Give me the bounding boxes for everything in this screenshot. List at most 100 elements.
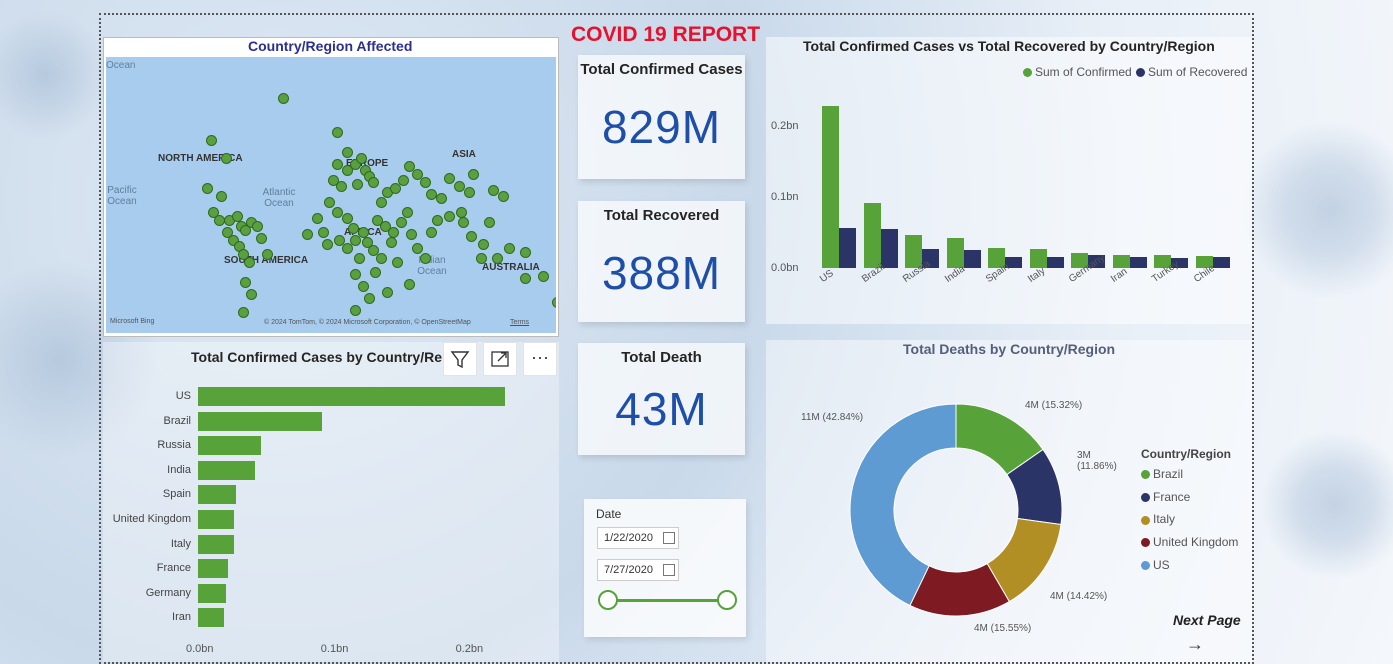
date-range-end-handle[interactable] xyxy=(717,590,737,610)
map-bubble[interactable] xyxy=(426,227,437,238)
map-bubble[interactable] xyxy=(436,193,447,204)
map-bubble[interactable] xyxy=(252,221,263,232)
map-bubble[interactable] xyxy=(328,175,339,186)
column-bar-recovered[interactable] xyxy=(1046,256,1064,268)
column-bar-confirmed[interactable] xyxy=(822,106,839,268)
legend-recovered[interactable]: Sum of Recovered xyxy=(1136,65,1247,79)
map-bubble[interactable] xyxy=(221,153,232,164)
hbar-bar[interactable] xyxy=(198,559,228,579)
next-page-label[interactable]: Next Page xyxy=(1173,612,1241,628)
calendar-icon[interactable] xyxy=(663,532,675,544)
column-bar-recovered[interactable] xyxy=(963,250,981,268)
map-bubble[interactable] xyxy=(356,153,367,164)
column-bar-confirmed[interactable] xyxy=(1029,248,1047,268)
map-bubble[interactable] xyxy=(492,253,503,264)
map-bubble[interactable] xyxy=(302,229,313,240)
donut-legend-item[interactable]: US xyxy=(1141,558,1170,572)
map-bubble[interactable] xyxy=(520,273,531,284)
filter-button[interactable] xyxy=(443,342,477,376)
map-bubble[interactable] xyxy=(244,257,255,268)
map-bubble[interactable] xyxy=(216,191,227,202)
map-bubble[interactable] xyxy=(412,243,423,254)
map-bubble[interactable] xyxy=(240,277,251,288)
focus-mode-button[interactable] xyxy=(483,342,517,376)
calendar-icon[interactable] xyxy=(663,564,675,576)
column-bar-recovered[interactable] xyxy=(839,227,856,268)
map-bubble[interactable] xyxy=(342,147,353,158)
donut-legend-item[interactable]: Italy xyxy=(1141,512,1175,526)
hbar-bar[interactable] xyxy=(198,608,224,628)
hbar-bar[interactable] xyxy=(198,387,506,406)
map-bubble[interactable] xyxy=(364,293,375,304)
map-bubble[interactable] xyxy=(454,181,465,192)
map-bubble[interactable] xyxy=(538,271,549,282)
hbar-bar[interactable] xyxy=(198,510,235,529)
map-bubble[interactable] xyxy=(246,289,257,300)
next-page-arrow-icon[interactable]: → xyxy=(1186,634,1204,655)
column-bar-recovered[interactable] xyxy=(880,228,898,268)
map-bubble[interactable] xyxy=(206,135,217,146)
world-map[interactable]: Ocean NORTH AMERICA SOUTH AMERICA EUROPE… xyxy=(106,57,556,333)
map-bubble[interactable] xyxy=(552,297,556,308)
map-bubble[interactable] xyxy=(484,217,495,228)
map-terms-link[interactable]: Terms xyxy=(510,319,529,326)
date-range-start-handle[interactable] xyxy=(598,590,618,610)
donut-legend-item[interactable]: France xyxy=(1141,490,1190,504)
map-bubble[interactable] xyxy=(392,257,403,268)
map-bubble[interactable] xyxy=(256,233,267,244)
column-bar-recovered[interactable] xyxy=(1129,257,1147,268)
map-bubble[interactable] xyxy=(464,187,475,198)
map-bubble[interactable] xyxy=(368,177,379,188)
map-bubble[interactable] xyxy=(404,279,415,290)
date-end-input[interactable]: 7/27/2020 xyxy=(597,559,679,581)
map-bubble[interactable] xyxy=(352,179,363,190)
map-bubble[interactable] xyxy=(396,217,407,228)
map-bubble[interactable] xyxy=(388,227,399,238)
card-total-recovered[interactable]: Total Recovered 388M xyxy=(578,201,745,322)
map-bubble[interactable] xyxy=(520,247,531,258)
map-bubble[interactable] xyxy=(324,197,335,208)
map-bubble[interactable] xyxy=(478,239,489,250)
map-bubble[interactable] xyxy=(202,183,213,194)
date-start-input[interactable]: 1/22/2020 xyxy=(597,527,679,549)
map-bubble[interactable] xyxy=(504,243,515,254)
map-bubble[interactable] xyxy=(458,217,469,228)
hbar-bar[interactable] xyxy=(198,583,227,603)
hbar-bar[interactable] xyxy=(198,534,235,554)
map-bubble[interactable] xyxy=(350,269,361,280)
map-bubble[interactable] xyxy=(332,127,343,138)
column-bar-recovered[interactable] xyxy=(1212,257,1230,268)
card-total-confirmed[interactable]: Total Confirmed Cases 829M xyxy=(578,55,745,179)
column-bar-confirmed[interactable] xyxy=(863,202,881,268)
more-options-button[interactable]: ··· xyxy=(523,342,557,376)
legend-confirmed[interactable]: Sum of Confirmed xyxy=(1023,65,1132,79)
map-bubble[interactable] xyxy=(376,197,387,208)
map-bubble[interactable] xyxy=(358,281,369,292)
map-bubble[interactable] xyxy=(420,177,431,188)
map-bubble[interactable] xyxy=(476,253,487,264)
map-bubble[interactable] xyxy=(406,229,417,240)
hbar-bar[interactable] xyxy=(198,436,262,456)
map-bubble[interactable] xyxy=(402,207,413,218)
map-bubble[interactable] xyxy=(498,191,509,202)
map-bubble[interactable] xyxy=(322,239,333,250)
map-bubble[interactable] xyxy=(376,253,387,264)
map-bubble[interactable] xyxy=(350,305,361,316)
map-bubble[interactable] xyxy=(432,215,443,226)
map-bubble[interactable] xyxy=(466,231,477,242)
map-bubble[interactable] xyxy=(468,169,479,180)
map-bubble[interactable] xyxy=(354,253,365,264)
map-bubble[interactable] xyxy=(386,237,397,248)
map-bubble[interactable] xyxy=(444,173,455,184)
donut-legend-item[interactable]: Brazil xyxy=(1141,467,1183,481)
hbar-bar[interactable] xyxy=(198,485,236,505)
map-bubble[interactable] xyxy=(420,253,431,264)
map-bubble[interactable] xyxy=(312,213,323,224)
hbar-bar[interactable] xyxy=(198,411,322,431)
map-bubble[interactable] xyxy=(238,307,249,318)
map-bubble[interactable] xyxy=(398,175,409,186)
map-bubble[interactable] xyxy=(350,235,361,246)
map-bubble[interactable] xyxy=(278,93,289,104)
map-bubble[interactable] xyxy=(318,227,329,238)
map-bubble[interactable] xyxy=(262,249,273,260)
